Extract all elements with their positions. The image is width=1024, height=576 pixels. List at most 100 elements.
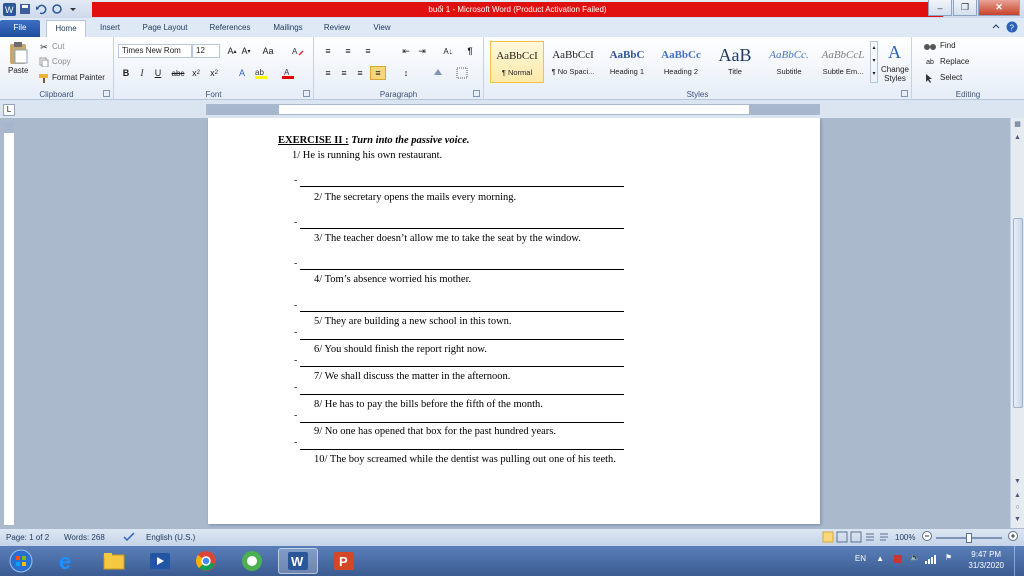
network-icon[interactable] xyxy=(924,553,936,567)
language-indicator[interactable]: English (U.S.) xyxy=(146,533,195,542)
answer-line-3[interactable] xyxy=(300,269,624,270)
answer-line-7[interactable] xyxy=(300,394,624,395)
clipboard-paste-icon[interactable] xyxy=(6,41,30,65)
view-full-screen-icon[interactable] xyxy=(836,531,848,545)
find-button[interactable]: Find xyxy=(940,41,956,50)
sort-icon[interactable]: A↓ xyxy=(440,44,456,58)
answer-line-6[interactable] xyxy=(300,366,624,367)
shrink-font-icon[interactable]: A ▾ xyxy=(238,44,254,58)
view-web-layout-icon[interactable] xyxy=(850,531,862,545)
proofing-check-icon[interactable] xyxy=(122,531,136,545)
minimize-ribbon-icon[interactable] xyxy=(990,21,1002,33)
font-color-icon[interactable]: A xyxy=(280,66,296,80)
format-painter-icon[interactable] xyxy=(36,71,52,85)
style-no-spacing[interactable]: AaBbCcI ¶ No Spaci... xyxy=(546,41,600,83)
style-heading-1[interactable]: AaBbC Heading 1 xyxy=(600,41,654,83)
styles-launcher-icon[interactable] xyxy=(901,90,908,97)
underline-icon[interactable]: U xyxy=(150,66,166,80)
scroll-up-icon[interactable]: ▲ xyxy=(1011,134,1024,146)
scroll-down-icon[interactable]: ▼ xyxy=(1011,478,1024,490)
align-right-icon[interactable]: ≡ xyxy=(352,66,368,80)
copy-button[interactable]: Copy xyxy=(52,57,71,66)
internet-explorer-icon[interactable]: e xyxy=(48,548,88,574)
undo-icon[interactable] xyxy=(34,2,48,16)
restore-button[interactable]: ❐ xyxy=(953,0,977,16)
font-launcher-icon[interactable] xyxy=(303,90,310,97)
text-effects-icon[interactable]: A xyxy=(234,66,250,80)
tab-view[interactable]: View xyxy=(362,20,402,37)
subscript-icon[interactable]: x2 xyxy=(188,66,204,80)
strikethrough-icon[interactable]: abc xyxy=(170,66,186,80)
answer-line-8[interactable] xyxy=(300,422,624,423)
save-icon[interactable] xyxy=(18,2,32,16)
change-styles-button[interactable]: Change Styles xyxy=(880,65,910,83)
view-print-layout-icon[interactable] xyxy=(822,531,834,545)
redo-icon[interactable] xyxy=(50,2,64,16)
customize-qat-icon[interactable] xyxy=(66,2,80,16)
security-tray-icon[interactable] xyxy=(892,553,904,567)
browse-object-icon[interactable]: ○ xyxy=(1011,504,1024,516)
view-draft-icon[interactable] xyxy=(878,531,890,545)
shading-icon[interactable] xyxy=(430,66,446,80)
scissors-icon[interactable]: ✂ xyxy=(36,40,52,54)
cut-button[interactable]: Cut xyxy=(52,42,64,51)
word-count[interactable]: Words: 268 xyxy=(64,533,105,542)
help-icon[interactable]: ? xyxy=(1006,21,1018,33)
line-spacing-icon[interactable]: ↕ xyxy=(398,66,414,80)
superscript-icon[interactable]: x2 xyxy=(206,66,222,80)
font-size-dropdown[interactable]: 12 xyxy=(192,44,220,58)
increase-indent-icon[interactable]: ⇥ xyxy=(414,44,430,58)
answer-line-1[interactable] xyxy=(300,186,624,187)
close-button[interactable]: ✕ xyxy=(978,0,1020,16)
previous-page-icon[interactable]: ▲ xyxy=(1011,492,1024,504)
styles-scroll-icon[interactable]: ▴ ▾ ▾ xyxy=(870,41,878,83)
document-page[interactable]: EXERCISE II : Turn into the passive voic… xyxy=(208,118,820,524)
next-page-icon[interactable]: ▼ xyxy=(1011,516,1024,528)
zoom-level[interactable]: 100% xyxy=(895,533,915,542)
copy-icon[interactable] xyxy=(36,55,52,69)
answer-line-4[interactable] xyxy=(300,311,624,312)
select-arrow-icon[interactable] xyxy=(922,71,938,85)
ruler-toggle-icon[interactable]: ▦ xyxy=(1011,120,1024,132)
zoom-out-icon[interactable] xyxy=(922,531,932,543)
show-hidden-icons[interactable]: ▲ xyxy=(876,554,884,563)
replace-icon[interactable]: ab xyxy=(922,55,938,69)
style-subtle-emphasis[interactable]: AaBbCcL Subtle Em... xyxy=(816,41,870,83)
numbering-icon[interactable]: ≡ xyxy=(340,44,356,58)
tab-page-layout[interactable]: Page Layout xyxy=(134,20,196,37)
zoom-in-icon[interactable] xyxy=(1008,531,1018,543)
zoom-slider-handle[interactable] xyxy=(966,533,972,543)
scrollbar-thumb[interactable] xyxy=(1013,218,1023,408)
show-formatting-marks-icon[interactable]: ¶ xyxy=(462,44,478,58)
tab-selector-button[interactable]: L xyxy=(3,104,15,116)
borders-icon[interactable] xyxy=(454,66,470,80)
tab-mailings[interactable]: Mailings xyxy=(264,20,312,37)
answer-line-9[interactable] xyxy=(300,449,624,450)
clipboard-launcher-icon[interactable] xyxy=(103,90,110,97)
show-desktop-button[interactable] xyxy=(1014,546,1024,576)
page-count[interactable]: Page: 1 of 2 xyxy=(6,533,49,542)
answer-line-5[interactable] xyxy=(300,339,624,340)
tab-home[interactable]: Home xyxy=(46,20,86,37)
multilevel-list-icon[interactable]: ≡ xyxy=(360,44,376,58)
font-name-dropdown[interactable]: Times New Rom xyxy=(118,44,192,58)
italic-icon[interactable]: I xyxy=(134,66,150,80)
word-taskbar-icon[interactable]: W xyxy=(278,548,318,574)
style-heading-2[interactable]: AaBbCc Heading 2 xyxy=(654,41,708,83)
select-button[interactable]: Select xyxy=(940,73,962,82)
minimize-button[interactable]: – xyxy=(928,0,952,16)
clear-formatting-icon[interactable]: A xyxy=(290,44,306,58)
action-center-icon[interactable]: ⚑ xyxy=(945,553,952,562)
horizontal-ruler[interactable] xyxy=(206,104,820,115)
tab-review[interactable]: Review xyxy=(316,20,358,37)
vertical-ruler[interactable] xyxy=(3,122,15,526)
taskbar-clock[interactable]: 9:47 PM 31/3/2020 xyxy=(968,549,1004,571)
style-subtitle[interactable]: AaBbCc. Subtitle xyxy=(762,41,816,83)
align-left-icon[interactable]: ≡ xyxy=(320,66,336,80)
start-orb-icon[interactable] xyxy=(4,548,38,574)
volume-icon[interactable]: 🔈 xyxy=(910,553,920,562)
view-outline-icon[interactable] xyxy=(864,531,876,545)
tab-references[interactable]: References xyxy=(200,20,260,37)
tab-insert[interactable]: Insert xyxy=(90,20,130,37)
powerpoint-taskbar-icon[interactable]: P xyxy=(324,548,364,574)
